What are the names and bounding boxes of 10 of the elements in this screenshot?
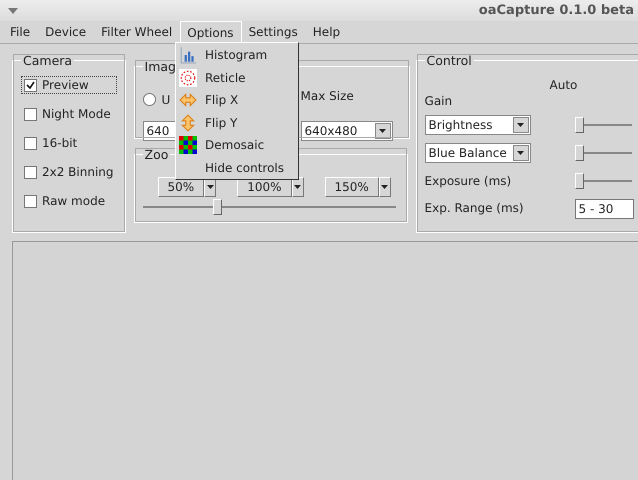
field-label: Gain <box>424 94 454 109</box>
window-title: oaCapture 0.1.0 beta <box>478 3 634 18</box>
field-label: Max Size <box>300 88 355 104</box>
group-title: Camera <box>22 53 74 68</box>
field-label: Exp. Range (ms) <box>424 200 525 218</box>
field-label: Exposure (ms) <box>424 172 512 190</box>
group-title: Control <box>426 53 473 68</box>
group-title: Imag <box>144 59 177 74</box>
group-title: Zoo <box>144 147 170 162</box>
column-label: Auto <box>550 78 578 92</box>
